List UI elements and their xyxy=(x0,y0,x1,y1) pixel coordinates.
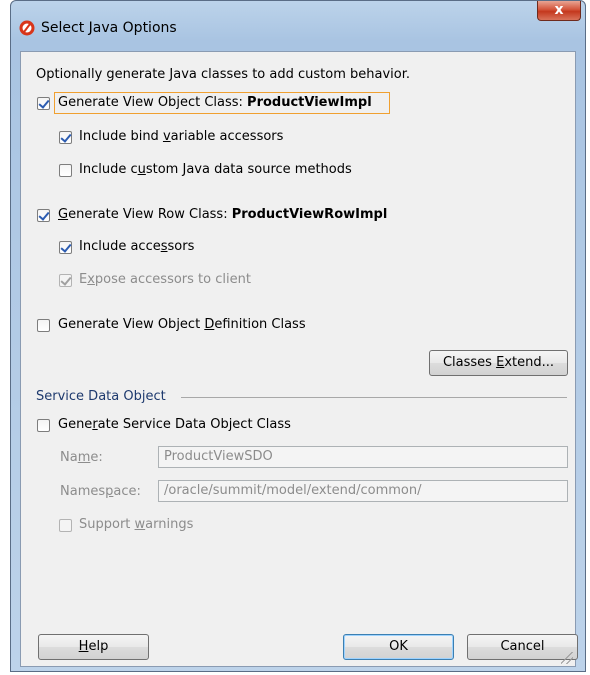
generate-definition-class-label[interactable]: Generate View Object Definition Class xyxy=(58,317,306,332)
sdo-name-label: Name: xyxy=(60,450,103,465)
intro-text: Optionally generate Java classes to add … xyxy=(36,67,410,82)
include-bind-variable-accessors-label[interactable]: Include bind variable accessors xyxy=(79,129,283,144)
sdo-namespace-field[interactable]: /oracle/summit/model/extend/common/ xyxy=(158,480,568,502)
include-accessors-label[interactable]: Include accessors xyxy=(79,239,194,254)
expose-accessors-label[interactable]: Expose accessors to client xyxy=(79,272,251,287)
sdo-namespace-label: Namespace: xyxy=(60,484,141,499)
support-warnings-checkbox[interactable] xyxy=(59,519,72,532)
sdo-section-title: Service Data Object xyxy=(36,389,166,404)
generate-sdo-class-label[interactable]: Generate Service Data Object Class xyxy=(58,417,291,432)
oracle-app-icon xyxy=(19,20,35,36)
ok-button[interactable]: OK xyxy=(343,634,454,660)
generate-definition-class-checkbox[interactable] xyxy=(37,319,50,332)
sdo-section-divider xyxy=(181,397,567,398)
support-warnings-label[interactable]: Support warnings xyxy=(79,517,193,532)
include-bind-variable-accessors-checkbox[interactable] xyxy=(59,131,72,144)
view-object-class-name: ProductViewImpl xyxy=(247,95,372,110)
expose-accessors-checkbox[interactable] xyxy=(59,274,72,287)
resize-grip-icon[interactable] xyxy=(561,652,573,664)
generate-sdo-class-checkbox[interactable] xyxy=(37,419,50,432)
include-custom-java-data-source-checkbox[interactable] xyxy=(59,164,72,177)
dialog-window: Select Java Options x Optionally generat… xyxy=(10,0,586,672)
generate-view-row-checkbox[interactable] xyxy=(37,209,50,222)
close-button[interactable]: x xyxy=(537,1,581,21)
help-button[interactable]: Help xyxy=(38,634,149,660)
generate-view-object-label[interactable]: Generate View Object Class: ProductViewI… xyxy=(58,95,372,110)
classes-extend-button[interactable]: Classes Extend... xyxy=(429,350,568,376)
sdo-name-field[interactable]: ProductViewSDO xyxy=(158,446,568,468)
generate-view-row-label[interactable]: Generate View Row Class: ProductViewRowI… xyxy=(58,207,387,222)
dialog-content: Optionally generate Java classes to add … xyxy=(20,51,578,667)
window-title: Select Java Options xyxy=(41,20,177,36)
close-icon: x xyxy=(554,2,564,18)
title-bar[interactable]: Select Java Options x xyxy=(11,1,585,51)
generate-view-object-checkbox[interactable] xyxy=(37,97,50,110)
include-custom-java-data-source-label[interactable]: Include custom Java data source methods xyxy=(79,162,352,177)
view-row-class-name: ProductViewRowImpl xyxy=(231,207,388,222)
include-accessors-checkbox[interactable] xyxy=(59,241,72,254)
